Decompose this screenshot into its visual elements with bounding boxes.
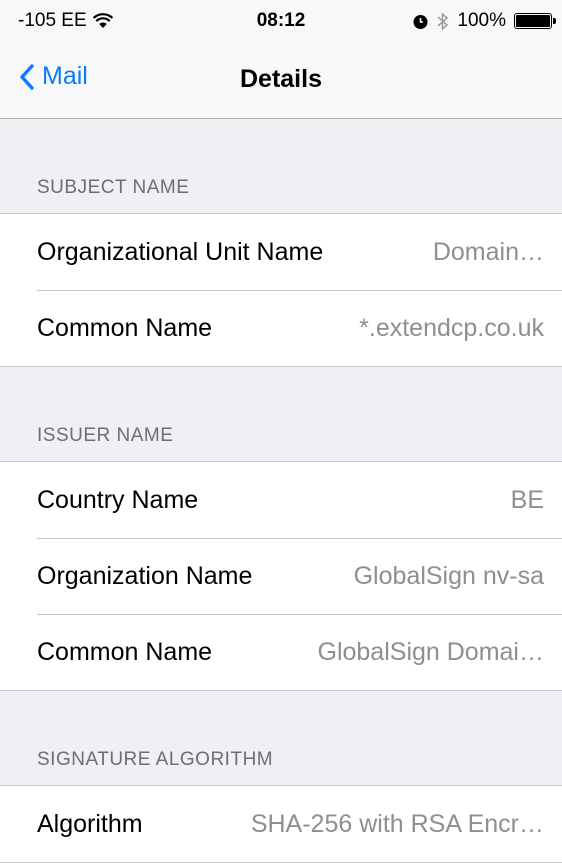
certificate-details: SUBJECT NAME Organizational Unit Name Do… bbox=[0, 119, 562, 863]
navigation-bar: Mail Details bbox=[0, 40, 562, 119]
battery-icon bbox=[514, 13, 556, 29]
detail-row: Common Name *.extendcp.co.uk bbox=[0, 290, 562, 366]
section-group: Organizational Unit Name Domain… Common … bbox=[0, 213, 562, 367]
section-group: Algorithm SHA-256 with RSA Encr… bbox=[0, 785, 562, 863]
section-header: SIGNATURE ALGORITHM bbox=[0, 691, 562, 785]
detail-row: Common Name GlobalSign Domai… bbox=[0, 614, 562, 690]
section-signature-algorithm: SIGNATURE ALGORITHM Algorithm SHA-256 wi… bbox=[0, 691, 562, 863]
section-header-label: SIGNATURE ALGORITHM bbox=[37, 749, 274, 770]
page-title: Details bbox=[240, 65, 322, 93]
row-key: Algorithm bbox=[37, 809, 143, 838]
section-issuer-name: ISSUER NAME Country Name BE Organization… bbox=[0, 367, 562, 691]
row-key: Common Name bbox=[37, 637, 213, 666]
detail-row: Country Name BE bbox=[0, 462, 562, 538]
alarm-icon bbox=[413, 14, 428, 29]
battery-fill bbox=[516, 15, 550, 27]
status-right: 100% bbox=[412, 10, 556, 32]
row-value: SHA-256 with RSA Encr… bbox=[250, 809, 544, 838]
section-header: ISSUER NAME bbox=[0, 367, 562, 461]
status-bar: -105 EE 08:12 100% bbox=[0, 0, 562, 40]
row-key: Organization Name bbox=[37, 561, 253, 590]
section-header-label: SUBJECT NAME bbox=[37, 177, 190, 198]
row-key: Common Name bbox=[37, 313, 213, 342]
detail-row: Organization Name GlobalSign nv-sa bbox=[0, 538, 562, 614]
row-value: *.extendcp.co.uk bbox=[359, 313, 544, 342]
row-value: GlobalSign nv-sa bbox=[353, 561, 544, 590]
row-value: BE bbox=[510, 485, 544, 514]
bluetooth-icon bbox=[437, 11, 449, 31]
section-header: SUBJECT NAME bbox=[0, 119, 562, 213]
section-subject-name: SUBJECT NAME Organizational Unit Name Do… bbox=[0, 119, 562, 367]
section-header-label: ISSUER NAME bbox=[37, 425, 174, 446]
row-value: GlobalSign Domai… bbox=[317, 637, 545, 666]
row-value: Domain… bbox=[432, 237, 544, 266]
row-key: Organizational Unit Name bbox=[37, 237, 324, 266]
battery-percentage: 100% bbox=[457, 10, 506, 31]
detail-row: Algorithm SHA-256 with RSA Encr… bbox=[0, 786, 562, 862]
row-key: Country Name bbox=[37, 485, 199, 514]
section-group: Country Name BE Organization Name Global… bbox=[0, 461, 562, 691]
detail-row: Organizational Unit Name Domain… bbox=[0, 214, 562, 290]
